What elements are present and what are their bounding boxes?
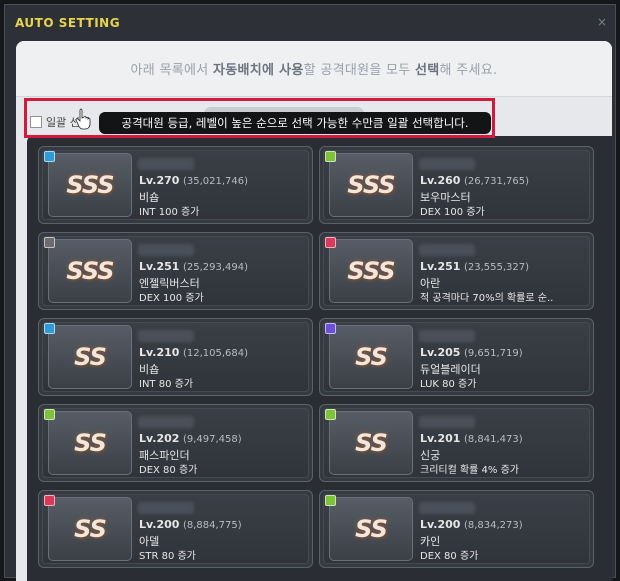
- close-icon[interactable]: ×: [597, 15, 607, 29]
- level: Lv.260: [420, 174, 461, 187]
- raider-card[interactable]: SS Lv.200 (8,834,273) 카인 DEX 80 증가: [319, 490, 594, 568]
- grade-text: SS: [74, 515, 107, 543]
- effect: DEX 80 증가: [139, 465, 198, 476]
- auto-setting-window: AUTO SETTING × 아래 목록에서 자동배치에 사용할 공격대원을 모…: [4, 4, 616, 581]
- exp: (12,105,684): [182, 348, 248, 359]
- level-line: Lv.200 (8,884,775): [139, 518, 242, 531]
- thief-class-icon: [325, 495, 336, 506]
- grade-badge: SS: [329, 497, 413, 561]
- effect: 적 공격마다 70%의 확률로 순..: [420, 293, 554, 304]
- grade-text: SS: [74, 429, 107, 457]
- grade-badge: SS: [48, 411, 132, 475]
- raider-card-grid: SSS Lv.270 (35,021,746) 비숍 INT 100 증가 SS…: [27, 136, 612, 581]
- window-title: AUTO SETTING: [15, 16, 121, 30]
- level: Lv.251: [139, 260, 180, 273]
- grade-text: SS: [74, 343, 107, 371]
- exp: (9,497,458): [182, 434, 242, 445]
- grade-text: SS: [355, 515, 388, 543]
- level-line: Lv.202 (9,497,458): [139, 432, 242, 445]
- level: Lv.200: [139, 518, 180, 531]
- exp: (25,293,494): [182, 262, 248, 273]
- effect: DEX 100 증가: [139, 293, 204, 304]
- level: Lv.205: [420, 346, 461, 359]
- level: Lv.251: [420, 260, 461, 273]
- thief-class-icon: [44, 409, 55, 420]
- level-line: Lv.200 (8,834,273): [420, 518, 523, 531]
- level: Lv.202: [139, 432, 180, 445]
- exp: (9,651,719): [463, 348, 523, 359]
- exp: (26,731,765): [463, 176, 529, 187]
- grade-badge: SSS: [48, 239, 132, 303]
- grade-badge: SS: [48, 497, 132, 561]
- blurred-character-name: [138, 416, 194, 428]
- grade-badge: SSS: [329, 153, 413, 217]
- level-line: Lv.205 (9,651,719): [420, 346, 523, 359]
- blurred-character-name: [138, 244, 194, 256]
- level: Lv.200: [420, 518, 461, 531]
- grade-badge: SS: [329, 325, 413, 389]
- level-line: Lv.251 (25,293,494): [139, 260, 248, 273]
- level: Lv.210: [139, 346, 180, 359]
- level-line: Lv.210 (12,105,684): [139, 346, 248, 359]
- grade-text: SSS: [66, 257, 114, 285]
- grade-badge: SSS: [48, 153, 132, 217]
- exp: (8,841,473): [463, 434, 523, 445]
- title-bar: AUTO SETTING ×: [5, 5, 615, 41]
- level-line: Lv.201 (8,841,473): [420, 432, 523, 445]
- xenon-class-icon: [325, 323, 336, 334]
- effect: INT 80 증가: [139, 379, 194, 390]
- thief-class-icon: [325, 409, 336, 420]
- raider-card[interactable]: SSS Lv.260 (26,731,765) 보우마스터 DEX 100 증가: [319, 146, 594, 224]
- raider-card[interactable]: SSS Lv.270 (35,021,746) 비숍 INT 100 증가: [38, 146, 313, 224]
- raider-card[interactable]: SSS Lv.251 (25,293,494) 엔젤릭버스터 DEX 100 증…: [38, 232, 313, 310]
- raider-card[interactable]: SSS Lv.251 (23,555,327) 아란 적 공격마다 70%의 확…: [319, 232, 594, 310]
- blurred-character-name: [138, 502, 194, 514]
- instruction-text: 아래 목록에서 자동배치에 사용할 공격대원을 모두 선택해 주세요.: [130, 63, 498, 78]
- exp: (8,834,273): [463, 520, 523, 531]
- warrior-class-icon: [44, 495, 55, 506]
- highlight-frame: [24, 98, 495, 138]
- grade-badge: SS: [48, 325, 132, 389]
- exp: (8,884,775): [182, 520, 242, 531]
- blurred-character-name: [138, 330, 194, 342]
- blurred-character-name: [419, 244, 475, 256]
- raider-card[interactable]: SS Lv.200 (8,884,775) 아델 STR 80 증가: [38, 490, 313, 568]
- raider-card[interactable]: SS Lv.210 (12,105,684) 비숍 INT 80 증가: [38, 318, 313, 396]
- warrior-class-icon: [325, 237, 336, 248]
- pirate-class-icon: [44, 237, 55, 248]
- raider-card[interactable]: SS Lv.205 (9,651,719) 듀얼블레이더 LUK 80 증가: [319, 318, 594, 396]
- blurred-character-name: [138, 158, 194, 170]
- grade-text: SSS: [347, 171, 395, 199]
- blurred-character-name: [419, 416, 475, 428]
- exp: (35,021,746): [182, 176, 248, 187]
- blurred-character-name: [419, 158, 475, 170]
- level-line: Lv.260 (26,731,765): [420, 174, 529, 187]
- effect: 크리티컬 확률 4% 증가: [420, 465, 520, 476]
- level: Lv.201: [420, 432, 461, 445]
- blurred-character-name: [419, 502, 475, 514]
- raider-card[interactable]: SS Lv.201 (8,841,473) 신궁 크리티컬 확률 4% 증가: [319, 404, 594, 482]
- effect: DEX 100 증가: [420, 207, 485, 218]
- grade-text: SS: [355, 343, 388, 371]
- grade-badge: SSS: [329, 239, 413, 303]
- level-line: Lv.270 (35,021,746): [139, 174, 248, 187]
- level: Lv.270: [139, 174, 180, 187]
- effect: DEX 80 증가: [420, 551, 479, 562]
- grade-text: SSS: [66, 171, 114, 199]
- instruction-area: 아래 목록에서 자동배치에 사용할 공격대원을 모두 선택해 주세요.: [16, 41, 612, 97]
- level-line: Lv.251 (23,555,327): [420, 260, 529, 273]
- grade-text: SSS: [347, 257, 395, 285]
- exp: (23,555,327): [463, 262, 529, 273]
- mage-class-icon: [44, 323, 55, 334]
- effect: STR 80 증가: [139, 551, 196, 562]
- effect: INT 100 증가: [139, 207, 200, 218]
- grade-badge: SS: [329, 411, 413, 475]
- blurred-character-name: [419, 330, 475, 342]
- grade-text: SS: [355, 429, 388, 457]
- effect: LUK 80 증가: [420, 379, 477, 390]
- thief-class-icon: [325, 151, 336, 162]
- mage-class-icon: [44, 151, 55, 162]
- raider-card[interactable]: SS Lv.202 (9,497,458) 패스파인더 DEX 80 증가: [38, 404, 313, 482]
